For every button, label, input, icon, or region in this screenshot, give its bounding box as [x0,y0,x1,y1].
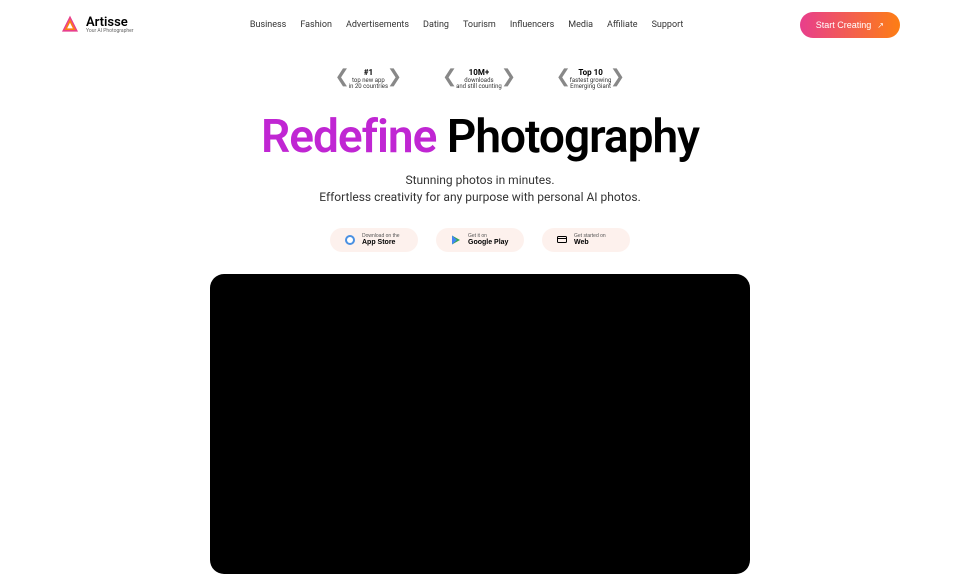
badge-downloads: ❮ 10M+ downloads and still counting ❮ [442,68,516,92]
store-bottom: Web [574,239,606,246]
logo-text: Artisse Your AI Photographer [86,16,133,34]
subtitle-line2: Effortless creativity for any purpose wi… [0,189,960,206]
web-button[interactable]: Get started on Web [542,228,630,252]
store-text: Get it on Google Play [468,234,508,246]
badge-line2: in 20 countries [349,84,388,91]
nav-fashion[interactable]: Fashion [300,20,332,30]
badges-row: ❮ #1 top new app in 20 countries ❮ ❮ 10M… [0,68,960,92]
badge-text: #1 top new app in 20 countries [349,69,388,91]
nav-business[interactable]: Business [250,20,286,30]
web-icon [556,234,568,246]
hero-video[interactable] [210,274,750,574]
badge-line2: and still counting [456,84,502,91]
laurel-left-icon: ❮ [442,68,452,92]
badge-line2: Emerging Giant [570,84,612,91]
header: Artisse Your AI Photographer Business Fa… [0,0,960,50]
hero-title: Redefine Photography [0,110,960,164]
badge-growth: ❮ Top 10 fastest growing Emerging Giant … [556,68,626,92]
nav-media[interactable]: Media [568,20,593,30]
hero-main: Photography [447,110,699,164]
hero-accent: Redefine [261,110,436,164]
store-bottom: App Store [362,239,400,246]
start-creating-button[interactable]: Start Creating ↗ [800,12,900,38]
laurel-right-icon: ❮ [392,68,402,92]
logo-tagline: Your AI Photographer [86,29,133,34]
laurel-left-icon: ❮ [556,68,566,92]
arrow-icon: ↗ [877,21,884,30]
subtitle-line1: Stunning photos in minutes. [0,172,960,189]
badge-rank: ❮ #1 top new app in 20 countries ❮ [335,68,402,92]
hero-subtitle: Stunning photos in minutes. Effortless c… [0,172,960,206]
store-buttons: Download on the App Store Get it on Goog… [0,228,960,252]
nav-advertisements[interactable]: Advertisements [346,20,409,30]
nav-dating[interactable]: Dating [423,20,449,30]
logo-icon [60,15,80,35]
laurel-left-icon: ❮ [335,68,345,92]
store-text: Get started on Web [574,234,606,246]
cta-label: Start Creating [816,20,872,30]
store-bottom: Google Play [468,239,508,246]
play-icon [450,234,462,246]
badge-text: Top 10 fastest growing Emerging Giant [570,69,612,91]
apple-icon [344,234,356,246]
store-text: Download on the App Store [362,234,400,246]
laurel-right-icon: ❮ [615,68,625,92]
nav-tourism[interactable]: Tourism [463,20,496,30]
nav-influencers[interactable]: Influencers [510,20,554,30]
google-play-button[interactable]: Get it on Google Play [436,228,524,252]
laurel-right-icon: ❮ [506,68,516,92]
nav-affiliate[interactable]: Affiliate [607,20,638,30]
store-top: Get started on [574,234,606,239]
store-top: Download on the [362,234,400,239]
badge-text: 10M+ downloads and still counting [456,69,502,91]
main-nav: Business Fashion Advertisements Dating T… [250,20,683,30]
app-store-button[interactable]: Download on the App Store [330,228,418,252]
logo[interactable]: Artisse Your AI Photographer [60,15,133,35]
nav-support[interactable]: Support [652,20,684,30]
